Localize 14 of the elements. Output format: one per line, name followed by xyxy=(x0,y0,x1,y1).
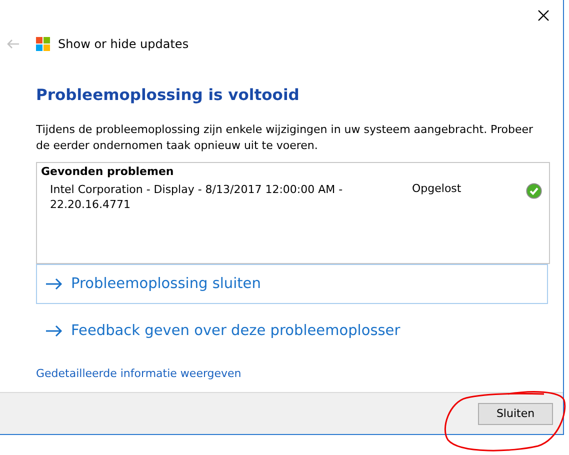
problem-description: Intel Corporation - Display - 8/13/2017 12:00:00 AM - 22.20.16.4771 xyxy=(50,182,344,212)
close-dialog-button[interactable]: Sluiten xyxy=(478,402,553,424)
panel-title: Gevonden problemen xyxy=(41,165,175,178)
arrow-icon xyxy=(45,278,63,290)
close-icon xyxy=(538,10,549,20)
problem-status: Opgelost xyxy=(412,182,462,195)
message-text: Tijdens de probleemoplossing zijn enkele wijzigingen in uw systeem aangebracht. Probeer de eerder ondernomen taak opnieuw uit te voeren. xyxy=(36,122,534,154)
action-link[interactable]: Feedback geven over deze probleemoplosser xyxy=(36,311,548,351)
arrow-icon xyxy=(45,325,63,337)
action-link[interactable]: Probleemoplossing sluiten xyxy=(36,264,548,304)
heading: Probleemoplossing is voltooid xyxy=(36,86,300,104)
window-title: Show or hide updates xyxy=(58,37,189,51)
windows-logo-icon xyxy=(36,37,50,51)
details-link[interactable]: Gedetailleerde informatie weergeven xyxy=(36,367,242,380)
